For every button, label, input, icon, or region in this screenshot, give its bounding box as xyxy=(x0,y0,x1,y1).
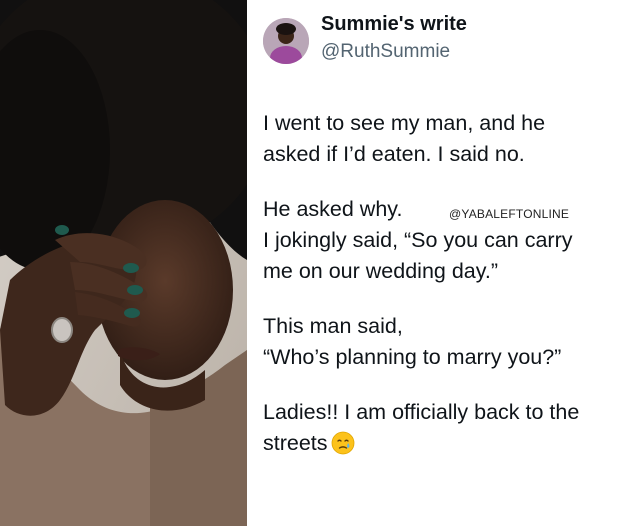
tweet-line: Ladies!! I am officially back to the xyxy=(263,400,580,424)
tweet-line: “Who’s planning to marry you?” xyxy=(263,345,562,369)
tweet-line-text: streets xyxy=(263,431,328,455)
tweet-line: I went to see my man, and he xyxy=(263,111,546,135)
tweet-paragraph: This man said, “Who’s planning to marry … xyxy=(263,311,635,373)
tweet-line: me on our wedding day.” xyxy=(263,259,499,283)
woman-covering-face-photo xyxy=(0,0,247,526)
tweet-card: Summie's write @RuthSummie I went to see… xyxy=(247,0,640,526)
crying-face-emoji-icon xyxy=(331,431,354,455)
watermark-text: @YABALEFTONLINE xyxy=(449,207,570,221)
avatar[interactable] xyxy=(263,18,309,64)
tweet-paragraph: I went to see my man, and he asked if I’… xyxy=(263,108,635,170)
tweet-text: I went to see my man, and he asked if I’… xyxy=(263,108,635,483)
tweet-line: This man said, xyxy=(263,314,403,338)
tweet-paragraph: Ladies!! I am officially back to the str… xyxy=(263,397,635,459)
tweet-line: streets xyxy=(263,428,635,459)
display-name[interactable]: Summie's write xyxy=(321,13,467,36)
tweet-line: asked if I’d eaten. I said no. xyxy=(263,142,525,166)
user-handle[interactable]: @RuthSummie xyxy=(321,41,450,63)
tweet-line: I jokingly said, “So you can carry xyxy=(263,228,573,252)
